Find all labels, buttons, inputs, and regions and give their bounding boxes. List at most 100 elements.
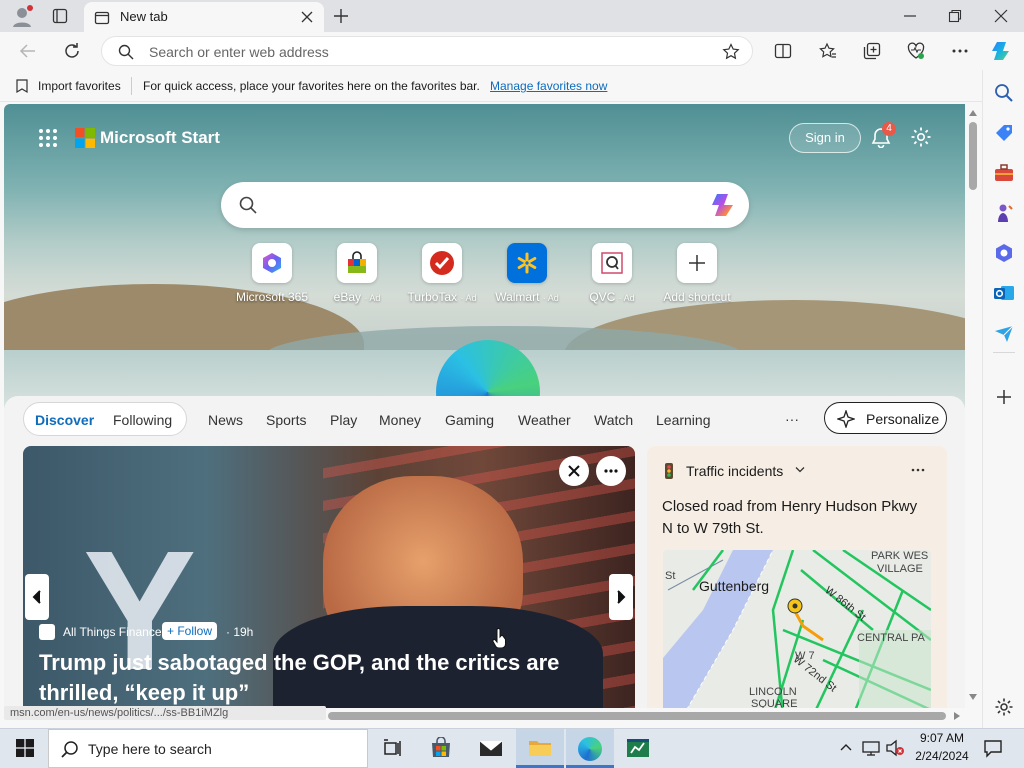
tab-play[interactable]: Play bbox=[330, 412, 357, 428]
apps-launcher-icon[interactable] bbox=[38, 128, 58, 148]
shortcut-qvc[interactable]: QVC · Ad bbox=[567, 243, 657, 304]
web-search-icon bbox=[239, 196, 257, 214]
network-icon[interactable] bbox=[862, 740, 880, 756]
microsoft-store-icon[interactable] bbox=[430, 737, 452, 759]
sidebar-tools-briefcase-icon[interactable] bbox=[993, 162, 1015, 184]
article-source[interactable]: All Things Finance bbox=[63, 625, 162, 639]
notification-center-icon[interactable] bbox=[983, 738, 1003, 758]
copilot-icon[interactable] bbox=[990, 39, 1014, 63]
tab-gaming[interactable]: Gaming bbox=[445, 412, 494, 428]
scroll-down-arrow-icon[interactable] bbox=[969, 694, 977, 700]
file-explorer-taskbar-button[interactable] bbox=[516, 729, 564, 768]
traffic-light-icon bbox=[663, 463, 675, 479]
profile-icon[interactable] bbox=[10, 4, 34, 28]
browser-tab[interactable]: New tab bbox=[84, 2, 324, 32]
restore-icon[interactable] bbox=[948, 9, 962, 23]
favorite-star-icon[interactable] bbox=[722, 43, 740, 61]
settings-more-icon[interactable] bbox=[951, 48, 969, 54]
sign-in-button[interactable]: Sign in bbox=[789, 123, 861, 153]
minimize-icon[interactable] bbox=[903, 9, 917, 23]
plus-icon bbox=[677, 243, 717, 283]
task-view-icon[interactable] bbox=[382, 738, 402, 758]
mail-icon[interactable] bbox=[479, 738, 503, 758]
tab-money[interactable]: Money bbox=[379, 412, 421, 428]
tab-sports[interactable]: Sports bbox=[266, 412, 306, 428]
carousel-next-button[interactable] bbox=[609, 574, 633, 620]
taskbar-search-box[interactable]: Type here to search bbox=[48, 729, 368, 768]
volume-muted-icon[interactable] bbox=[885, 739, 905, 757]
news-card[interactable]: Y All Things Finance + Follow · 19h Trum… bbox=[23, 446, 635, 708]
taskbar-time[interactable]: 9:07 AM bbox=[914, 731, 970, 745]
chevron-down-icon[interactable] bbox=[795, 466, 805, 474]
import-favorites-icon bbox=[14, 78, 30, 94]
web-search-box[interactable] bbox=[221, 182, 749, 228]
scroll-right-arrow-icon[interactable] bbox=[954, 712, 960, 720]
tab-news[interactable]: News bbox=[208, 412, 243, 428]
personalize-label: Personalize bbox=[866, 411, 940, 427]
edge-sidebar bbox=[982, 70, 1024, 730]
sidebar-games-chess-icon[interactable] bbox=[993, 202, 1015, 224]
close-window-icon[interactable] bbox=[994, 9, 1008, 23]
address-placeholder: Search or enter web address bbox=[149, 44, 329, 60]
page-settings-gear-icon[interactable] bbox=[910, 126, 932, 148]
new-tab-button[interactable] bbox=[332, 7, 350, 25]
favorites-icon[interactable] bbox=[819, 42, 837, 60]
copilot-search-icon[interactable] bbox=[709, 192, 737, 218]
taskbar-search-icon bbox=[61, 740, 79, 758]
horizontal-scroll-thumb[interactable] bbox=[328, 712, 946, 720]
refresh-icon[interactable] bbox=[63, 42, 81, 60]
shortcut-microsoft-365[interactable]: Microsoft 365 bbox=[227, 243, 317, 304]
traffic-description[interactable]: Closed road from Henry Hudson Pkwy N to … bbox=[662, 496, 922, 540]
more-tabs-button[interactable]: ··· bbox=[785, 411, 799, 427]
file-explorer-icon bbox=[528, 738, 552, 758]
collections-icon[interactable] bbox=[863, 42, 881, 60]
traffic-card[interactable]: Traffic incidents Closed road from Henry… bbox=[647, 446, 947, 708]
dismiss-card-button[interactable] bbox=[559, 456, 589, 486]
status-bar-url: msn.com/en-us/news/politics/.../ss-BB1iM… bbox=[4, 706, 326, 720]
shortcut-label: QVC bbox=[589, 290, 616, 304]
shortcut-turbotax[interactable]: TurboTax · Ad bbox=[397, 243, 487, 304]
tab-actions-icon[interactable] bbox=[52, 8, 68, 24]
tab-watch[interactable]: Watch bbox=[594, 412, 633, 428]
card-more-options-icon[interactable] bbox=[596, 456, 626, 486]
traffic-more-options-icon[interactable] bbox=[911, 468, 925, 472]
taskbar-date[interactable]: 2/24/2024 bbox=[910, 749, 974, 763]
sidebar-add-icon[interactable] bbox=[993, 386, 1015, 408]
shortcut-ebay[interactable]: eBay · Ad bbox=[312, 243, 402, 304]
sidebar-search-icon[interactable] bbox=[993, 82, 1015, 104]
close-tab-icon[interactable] bbox=[300, 10, 314, 24]
article-headline[interactable]: Trump just sabotaged the GOP, and the cr… bbox=[39, 648, 609, 708]
sidebar-microsoft-365-icon[interactable] bbox=[993, 242, 1015, 264]
article-age: · 19h bbox=[226, 625, 254, 639]
shortcut-walmart[interactable]: Walmart · Ad bbox=[482, 243, 572, 304]
split-screen-icon[interactable] bbox=[774, 42, 792, 60]
scroll-up-arrow-icon[interactable] bbox=[969, 110, 977, 116]
windows-start-icon[interactable] bbox=[16, 739, 34, 757]
traffic-title: Traffic incidents bbox=[686, 463, 784, 479]
sidebar-settings-gear-icon[interactable] bbox=[993, 696, 1015, 718]
chart-app-icon[interactable] bbox=[626, 738, 650, 758]
follow-button[interactable]: + Follow bbox=[162, 622, 218, 640]
sidebar-outlook-icon[interactable] bbox=[993, 282, 1015, 304]
add-shortcut-button[interactable]: Add shortcut bbox=[652, 243, 742, 304]
tab-discover[interactable]: Discover bbox=[35, 412, 94, 428]
map-label: Guttenberg bbox=[699, 578, 770, 594]
import-favorites-button[interactable]: Import favorites bbox=[38, 79, 121, 93]
browser-essentials-icon[interactable] bbox=[907, 42, 925, 60]
traffic-map[interactable]: Guttenberg PARK WES VILLAGE W 86th St CE… bbox=[663, 550, 931, 708]
ad-badge: · Ad bbox=[542, 293, 559, 303]
tab-weather[interactable]: Weather bbox=[518, 412, 571, 428]
personalize-button[interactable]: Personalize bbox=[824, 402, 947, 434]
address-bar[interactable]: Search or enter web address bbox=[101, 36, 753, 66]
vertical-scrollbar[interactable] bbox=[966, 104, 980, 708]
back-icon[interactable] bbox=[19, 42, 37, 60]
carousel-prev-button[interactable] bbox=[25, 574, 49, 620]
sidebar-shopping-tag-icon[interactable] bbox=[993, 122, 1015, 144]
show-hidden-icons-chevron-icon[interactable] bbox=[840, 742, 852, 752]
vertical-scroll-thumb[interactable] bbox=[969, 122, 977, 190]
edge-taskbar-button[interactable] bbox=[566, 729, 614, 768]
tab-learning[interactable]: Learning bbox=[656, 412, 711, 428]
manage-favorites-link[interactable]: Manage favorites now bbox=[490, 79, 607, 93]
sidebar-drop-send-icon[interactable] bbox=[993, 322, 1015, 344]
tab-following[interactable]: Following bbox=[113, 412, 172, 428]
